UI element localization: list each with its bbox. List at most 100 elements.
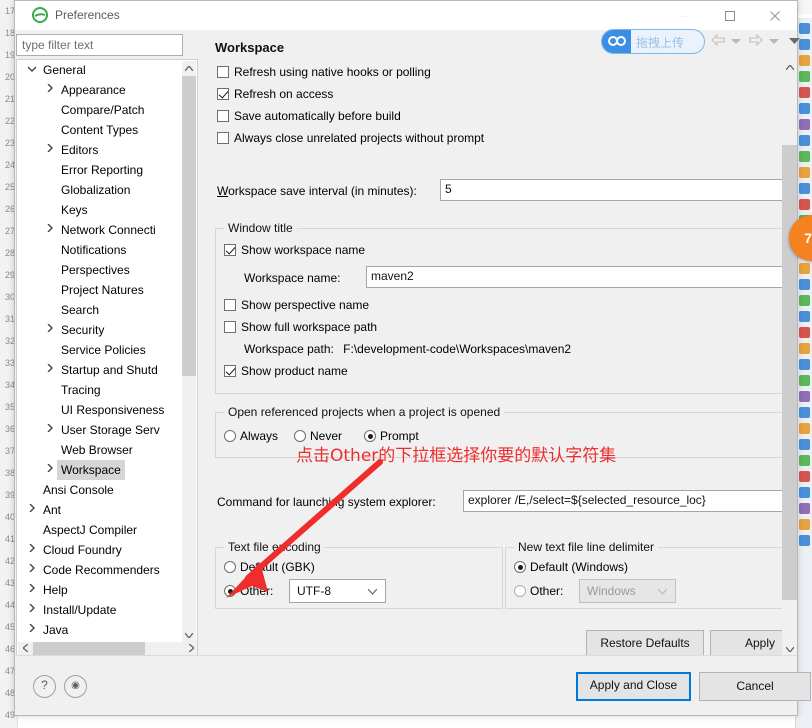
sidebar-item-notifications[interactable]: Notifications xyxy=(17,240,185,260)
checkbox-box[interactable] xyxy=(224,244,236,256)
chevron-right-icon[interactable] xyxy=(25,560,39,580)
tree-scroll-up-icon[interactable] xyxy=(182,61,196,75)
chevron-down-icon[interactable] xyxy=(789,34,800,48)
sidebar-item-content-types[interactable]: Content Types xyxy=(17,120,185,140)
sidebar-item-code-recommenders[interactable]: Code Recommenders xyxy=(17,560,185,580)
info-icon[interactable]: ◉ xyxy=(64,675,87,698)
sidebar-item-general[interactable]: General xyxy=(17,60,185,80)
sidebar-item-cloud-foundry[interactable]: Cloud Foundry xyxy=(17,540,185,560)
sidebar-item-network-connecti[interactable]: Network Connecti xyxy=(17,220,185,240)
restore-defaults-button[interactable]: Restore Defaults xyxy=(586,630,704,656)
chevron-right-icon[interactable] xyxy=(25,620,39,640)
pane-scroll-up-icon[interactable] xyxy=(782,60,797,75)
sidebar-item-user-storage-serv[interactable]: User Storage Serv xyxy=(17,420,185,440)
radio-label: Default (Windows) xyxy=(530,560,629,574)
radio-delimiter-default[interactable]: Default (Windows) xyxy=(514,560,628,574)
cancel-button[interactable]: Cancel xyxy=(699,672,811,701)
chevron-right-icon[interactable] xyxy=(43,140,57,160)
dialog-title-bar: Preferences xyxy=(15,1,797,31)
sidebar-item-error-reporting[interactable]: Error Reporting xyxy=(17,160,185,180)
pane-scrollbar-thumb[interactable] xyxy=(782,145,797,600)
chevron-down-icon[interactable] xyxy=(769,34,779,48)
checkbox-box[interactable] xyxy=(217,132,229,144)
sidebar-item-appearance[interactable]: Appearance xyxy=(17,80,185,100)
close-icon[interactable] xyxy=(752,1,797,30)
chevron-right-icon[interactable] xyxy=(25,580,39,600)
checkbox-box[interactable] xyxy=(217,110,229,122)
sidebar-item-compare-patch[interactable]: Compare/Patch xyxy=(17,100,185,120)
chevron-right-icon[interactable] xyxy=(43,80,57,100)
radio-delimiter-other[interactable]: Other: xyxy=(514,584,563,598)
forward-arrow-icon[interactable] xyxy=(749,33,763,49)
tree-scroll-down-icon[interactable] xyxy=(182,628,196,642)
checkbox-box[interactable] xyxy=(224,299,236,311)
checkbox-save-automatically-before-build[interactable]: Save automatically before build xyxy=(217,109,401,123)
sidebar-item-tracing[interactable]: Tracing xyxy=(17,380,185,400)
checkbox-show-product-name[interactable]: Show product name xyxy=(224,364,348,378)
chevron-right-icon[interactable] xyxy=(25,540,39,560)
checkbox-refresh-on-access[interactable]: Refresh on access xyxy=(217,87,333,101)
checkbox-box[interactable] xyxy=(224,365,236,377)
maximize-icon[interactable] xyxy=(707,1,752,30)
search-input[interactable]: type filter text xyxy=(16,34,183,56)
sidebar-item-editors[interactable]: Editors xyxy=(17,140,185,160)
apply-and-close-button[interactable]: Apply and Close xyxy=(576,672,691,701)
chevron-right-icon[interactable] xyxy=(43,420,57,440)
sidebar-item-help[interactable]: Help xyxy=(17,580,185,600)
sidebar-item-ansi-console[interactable]: Ansi Console xyxy=(17,480,185,500)
preference-tree-items[interactable]: General Appearance Compare/Patch Content Ty… xyxy=(17,60,185,643)
sidebar-item-web-browser[interactable]: Web Browser xyxy=(17,440,185,460)
sidebar-item-keys[interactable]: Keys xyxy=(17,200,185,220)
chevron-right-icon[interactable] xyxy=(43,360,57,380)
checkbox-box[interactable] xyxy=(217,66,229,78)
checkbox-show-workspace-name[interactable]: Show workspace name xyxy=(224,243,365,257)
sidebar-item-aspectj-compiler[interactable]: AspectJ Compiler xyxy=(17,520,185,540)
sidebar-item-globalization[interactable]: Globalization xyxy=(17,180,185,200)
sidebar-item-ui-responsiveness[interactable]: UI Responsiveness xyxy=(17,400,185,420)
sidebar-item-workspace[interactable]: Workspace xyxy=(17,460,185,480)
radio-dot[interactable] xyxy=(514,561,526,573)
radio-label: Other: xyxy=(530,584,564,598)
checkbox-box[interactable] xyxy=(224,321,236,333)
sidebar-item-label: General xyxy=(43,63,86,77)
sidebar-item-label: Ansi Console xyxy=(43,483,114,497)
back-arrow-icon[interactable] xyxy=(711,33,725,49)
chevron-down-icon[interactable] xyxy=(25,60,39,80)
checkbox-box[interactable] xyxy=(217,88,229,100)
radio-dot[interactable] xyxy=(514,585,526,597)
checkbox-label: Refresh using native hooks or polling xyxy=(234,65,431,79)
dialog-title: Preferences xyxy=(55,8,120,22)
chevron-down-icon[interactable] xyxy=(731,34,741,48)
netdisk-upload-badge[interactable]: 拖拽上传 xyxy=(601,29,705,54)
checkbox-refresh-native-hooks[interactable]: Refresh using native hooks or polling xyxy=(217,65,431,79)
workspace-name-input[interactable]: maven2 xyxy=(366,266,786,288)
checkbox-show-perspective-name[interactable]: Show perspective name xyxy=(224,298,369,312)
workspace-save-interval-input[interactable]: 5 xyxy=(440,179,792,201)
sidebar-item-install-update[interactable]: Install/Update xyxy=(17,600,185,620)
checkbox-show-full-workspace-path[interactable]: Show full workspace path xyxy=(224,320,377,334)
chevron-right-icon[interactable] xyxy=(43,320,57,340)
sidebar-item-service-policies[interactable]: Service Policies xyxy=(17,340,185,360)
chevron-right-icon[interactable] xyxy=(25,600,39,620)
sidebar-item-startup-and-shutd[interactable]: Startup and Shutd xyxy=(17,360,185,380)
sidebar-item-java[interactable]: Java xyxy=(17,620,185,640)
search-input-placeholder: type filter text xyxy=(22,38,94,52)
chevron-right-icon[interactable] xyxy=(25,500,39,520)
sidebar-item-ant[interactable]: Ant xyxy=(17,500,185,520)
command-explorer-input[interactable]: explorer /E,/select=${selected_resource_… xyxy=(463,490,793,512)
tree-scrollbar-thumb[interactable] xyxy=(182,76,196,376)
chevron-right-icon[interactable] xyxy=(43,460,57,480)
checkbox-label: Save automatically before build xyxy=(234,109,401,123)
preference-tree[interactable]: General Appearance Compare/Patch Content Ty… xyxy=(16,59,198,659)
sidebar-item-security[interactable]: Security xyxy=(17,320,185,340)
help-icon[interactable]: ? xyxy=(33,675,56,698)
sidebar-item-label: Security xyxy=(61,323,105,337)
sidebar-item-search[interactable]: Search xyxy=(17,300,185,320)
minimize-icon[interactable] xyxy=(662,1,707,30)
workspace-name-value: maven2 xyxy=(371,269,414,283)
sidebar-item-project-natures[interactable]: Project Natures xyxy=(17,280,185,300)
checkbox-always-close-unrelated-projects[interactable]: Always close unrelated projects without … xyxy=(217,131,484,145)
chevron-right-icon[interactable] xyxy=(43,220,57,240)
pane-vertical-scrollbar[interactable] xyxy=(782,60,797,657)
sidebar-item-perspectives[interactable]: Perspectives xyxy=(17,260,185,280)
